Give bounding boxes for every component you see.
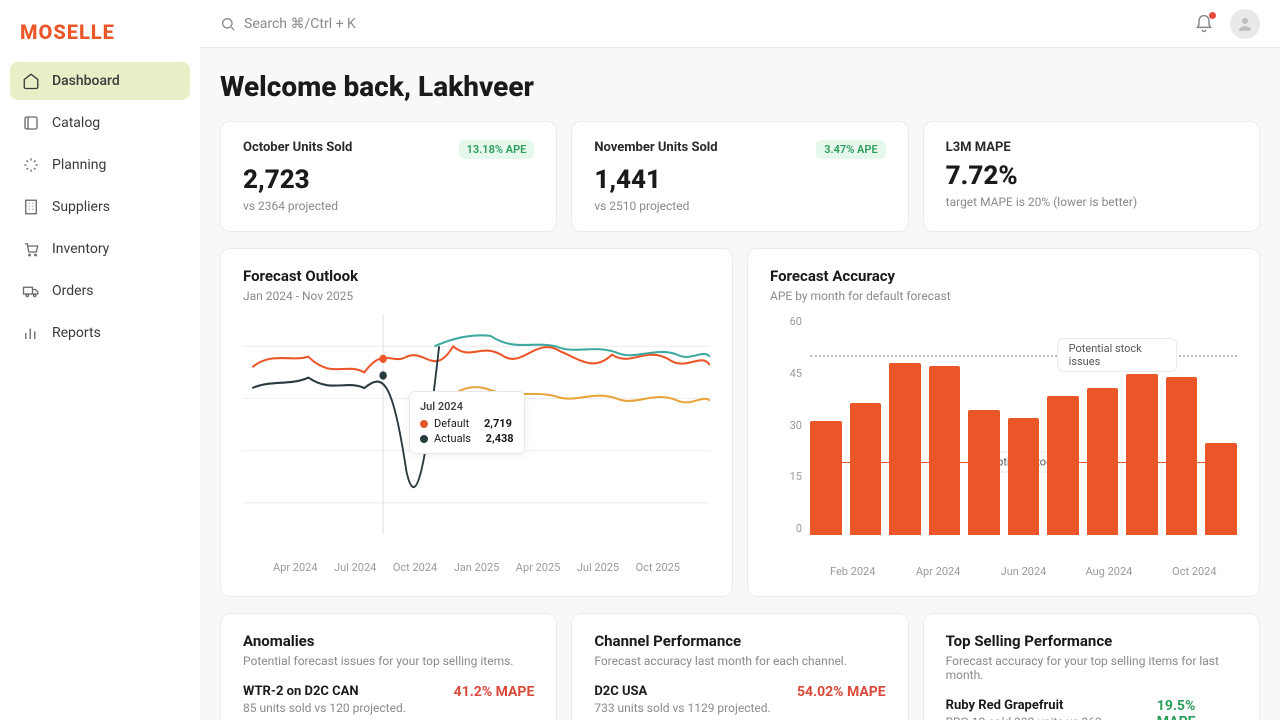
bar xyxy=(929,366,961,535)
channel-card: Channel Performance Forecast accuracy la… xyxy=(571,613,908,720)
forecast-outlook-card: Forecast Outlook Jan 2024 - Nov 2025 xyxy=(220,248,733,597)
section-sub: Forecast accuracy for your top selling i… xyxy=(946,654,1237,682)
nav-suppliers[interactable]: Suppliers xyxy=(10,188,190,226)
chart-tooltip: Jul 2024 Default 2,719 Actuals 2,438 xyxy=(409,391,525,454)
anomaly-mape: 41.2% MAPE xyxy=(454,684,535,700)
topbar: Search ⌘/Ctrl + K xyxy=(200,0,1280,48)
yaxis: 60 45 30 15 0 xyxy=(770,315,810,535)
bar xyxy=(1047,396,1079,535)
catalog-icon xyxy=(22,114,40,132)
cart-icon xyxy=(22,240,40,258)
kpi-badge: 13.18% APE xyxy=(459,140,535,159)
barchart-icon xyxy=(22,324,40,342)
brand-logo: MOSELLE xyxy=(10,16,190,62)
bar xyxy=(810,421,842,535)
notifications-button[interactable] xyxy=(1194,14,1214,34)
section-title: Forecast Outlook xyxy=(243,267,710,285)
notification-dot xyxy=(1209,12,1216,19)
nav-label: Planning xyxy=(52,157,106,173)
topselling-title: Ruby Red Grapefruit xyxy=(946,698,1157,713)
tooltip-value: 2,719 xyxy=(484,417,512,430)
dot-icon xyxy=(420,420,428,428)
kpi-sub: target MAPE is 20% (lower is better) xyxy=(946,195,1237,209)
anomaly-sub: 85 units sold vs 120 projected. xyxy=(243,701,406,715)
kpi-october: October Units Sold 13.18% APE 2,723 vs 2… xyxy=(220,121,557,232)
bar xyxy=(1166,377,1198,535)
nav-orders[interactable]: Orders xyxy=(10,272,190,310)
section-sub: Jan 2024 - Nov 2025 xyxy=(243,289,710,303)
bar xyxy=(889,363,921,535)
tooltip-date: Jul 2024 xyxy=(420,400,514,413)
kpi-title: L3M MAPE xyxy=(946,140,1011,155)
forecast-accuracy-card: Forecast Accuracy APE by month for defau… xyxy=(747,248,1260,597)
channel-title: D2C USA xyxy=(594,684,770,699)
section-title: Anomalies xyxy=(243,632,534,650)
topselling-mape: 19.5% MAPE xyxy=(1157,698,1237,720)
xaxis: Feb 2024 Apr 2024 Jun 2024 Aug 2024 Oct … xyxy=(770,565,1237,578)
search-input[interactable]: Search ⌘/Ctrl + K xyxy=(220,16,356,32)
page-title: Welcome back, Lakhveer xyxy=(220,70,1260,103)
nav-planning[interactable]: Planning xyxy=(10,146,190,184)
kpi-november: November Units Sold 3.47% APE 1,441 vs 2… xyxy=(571,121,908,232)
kpi-value: 2,723 xyxy=(243,165,534,195)
truck-icon xyxy=(22,282,40,300)
anomaly-title: WTR-2 on D2C CAN xyxy=(243,684,406,699)
section-sub: Forecast accuracy last month for each ch… xyxy=(594,654,885,668)
search-icon xyxy=(220,16,236,32)
nav-reports[interactable]: Reports xyxy=(10,314,190,352)
forecast-accuracy-chart[interactable]: 60 45 30 15 0 Potential stock issues Opt… xyxy=(770,315,1237,565)
kpi-value: 1,441 xyxy=(594,165,885,195)
kpi-title: October Units Sold xyxy=(243,140,352,155)
sidebar: MOSELLE Dashboard Catalog Planning Suppl… xyxy=(0,0,200,720)
content: Welcome back, Lakhveer October Units Sol… xyxy=(200,48,1280,720)
topselling-card: Top Selling Performance Forecast accurac… xyxy=(923,613,1260,720)
kpi-value: 7.72% xyxy=(946,161,1237,191)
forecast-outlook-chart[interactable]: Jul 2024 Default 2,719 Actuals 2,438 xyxy=(243,315,710,555)
kpi-l3m: L3M MAPE 7.72% target MAPE is 20% (lower… xyxy=(923,121,1260,232)
channel-row[interactable]: D2C USA 733 units sold vs 1129 projected… xyxy=(594,684,885,715)
section-title: Top Selling Performance xyxy=(946,632,1237,650)
anomalies-card: Anomalies Potential forecast issues for … xyxy=(220,613,557,720)
bar xyxy=(968,410,1000,535)
kpi-sub: vs 2510 projected xyxy=(594,199,885,213)
bar xyxy=(1126,374,1158,535)
user-icon xyxy=(1236,15,1254,33)
nav-catalog[interactable]: Catalog xyxy=(10,104,190,142)
bar xyxy=(1205,443,1237,535)
user-avatar[interactable] xyxy=(1230,9,1260,39)
tooltip-value: 2,438 xyxy=(486,432,514,445)
dot-icon xyxy=(420,435,428,443)
search-placeholder: Search ⌘/Ctrl + K xyxy=(244,16,356,32)
kpi-row: October Units Sold 13.18% APE 2,723 vs 2… xyxy=(220,121,1260,232)
xaxis: Apr 2024 Jul 2024 Oct 2024 Jan 2025 Apr … xyxy=(243,561,710,574)
bar xyxy=(850,403,882,535)
nav-label: Dashboard xyxy=(52,73,120,89)
nav-label: Catalog xyxy=(52,115,100,131)
channel-sub: 733 units sold vs 1129 projected. xyxy=(594,701,770,715)
nav-inventory[interactable]: Inventory xyxy=(10,230,190,268)
section-title: Channel Performance xyxy=(594,632,885,650)
bar xyxy=(1008,418,1040,535)
bar xyxy=(1087,388,1119,535)
kpi-title: November Units Sold xyxy=(594,140,717,155)
anomaly-row[interactable]: WTR-2 on D2C CAN 85 units sold vs 120 pr… xyxy=(243,684,534,715)
building-icon xyxy=(22,198,40,216)
topselling-row[interactable]: Ruby Red Grapefruit RRG-12 sold 303 unit… xyxy=(946,698,1237,720)
nav-dashboard[interactable]: Dashboard xyxy=(10,62,190,100)
kpi-sub: vs 2364 projected xyxy=(243,199,534,213)
kpi-badge: 3.47% APE xyxy=(816,140,885,159)
section-sub: Potential forecast issues for your top s… xyxy=(243,654,534,668)
nav-label: Orders xyxy=(52,283,94,299)
nav-label: Inventory xyxy=(52,241,109,257)
tooltip-label: Default xyxy=(434,417,469,430)
tooltip-label: Actuals xyxy=(434,432,471,445)
topselling-sub: RRG-12 sold 303 units vs 362 projected. xyxy=(946,715,1157,720)
nav-label: Reports xyxy=(52,325,101,341)
sparkle-icon xyxy=(22,156,40,174)
section-title: Forecast Accuracy xyxy=(770,267,1237,285)
channel-mape: 54.02% MAPE xyxy=(797,684,886,700)
nav-label: Suppliers xyxy=(52,199,110,215)
home-icon xyxy=(22,72,40,90)
section-sub: APE by month for default forecast xyxy=(770,289,1237,303)
